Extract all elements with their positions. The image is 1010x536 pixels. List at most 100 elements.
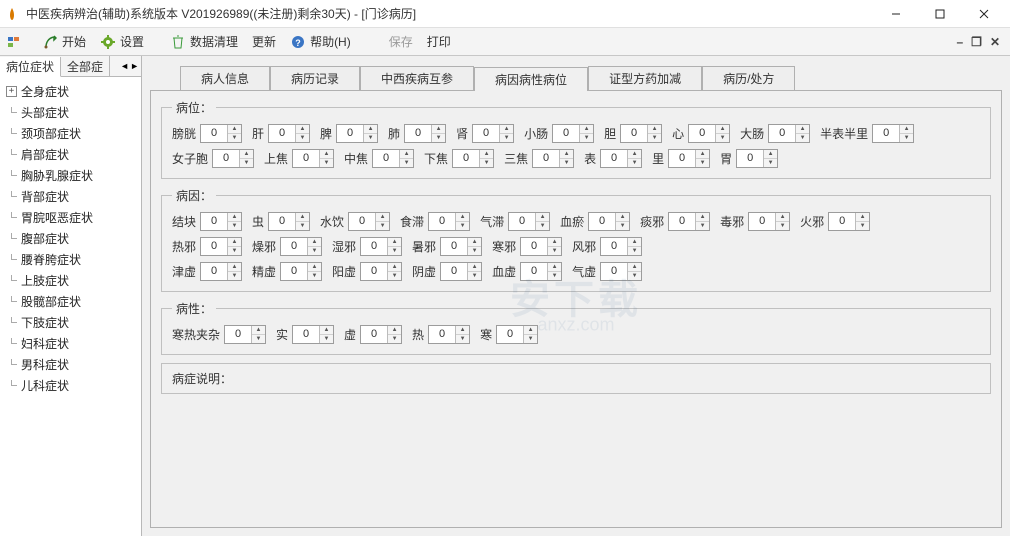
number-spinner[interactable]: 0▲▼: [440, 237, 482, 256]
spinner-down-icon[interactable]: ▼: [764, 159, 777, 167]
spinner-value[interactable]: 0: [749, 213, 775, 230]
spinner-value[interactable]: 0: [429, 213, 455, 230]
tree-node[interactable]: 颈项部症状: [2, 123, 139, 144]
number-spinner[interactable]: 0▲▼: [828, 212, 870, 231]
mdi-restore-icon[interactable]: ❐: [971, 35, 982, 49]
spinner-up-icon[interactable]: ▲: [796, 125, 809, 134]
spinner-down-icon[interactable]: ▼: [376, 222, 389, 230]
spinner-down-icon[interactable]: ▼: [400, 159, 413, 167]
tree-node[interactable]: 腰脊胯症状: [2, 249, 139, 270]
number-spinner[interactable]: 0▲▼: [520, 262, 562, 281]
number-spinner[interactable]: 0▲▼: [588, 212, 630, 231]
number-spinner[interactable]: 0▲▼: [600, 262, 642, 281]
spinner-value[interactable]: 0: [293, 150, 319, 167]
help-button[interactable]: ?帮助(H): [284, 31, 357, 52]
spinner-up-icon[interactable]: ▲: [308, 263, 321, 272]
spinner-value[interactable]: 0: [553, 125, 579, 142]
spinner-value[interactable]: 0: [361, 326, 387, 343]
spinner-down-icon[interactable]: ▼: [320, 335, 333, 343]
spinner-up-icon[interactable]: ▲: [228, 238, 241, 247]
spinner-up-icon[interactable]: ▲: [648, 125, 661, 134]
spinner-value[interactable]: 0: [429, 326, 455, 343]
expand-icon[interactable]: +: [6, 86, 17, 97]
spinner-down-icon[interactable]: ▼: [776, 222, 789, 230]
clean-button[interactable]: 数据清理: [164, 31, 244, 52]
spinner-down-icon[interactable]: ▼: [696, 159, 709, 167]
tree-node[interactable]: 上肢症状: [2, 270, 139, 291]
spinner-value[interactable]: 0: [453, 150, 479, 167]
close-button[interactable]: [962, 0, 1006, 28]
spinner-up-icon[interactable]: ▲: [388, 326, 401, 335]
spinner-up-icon[interactable]: ▲: [548, 238, 561, 247]
spinner-down-icon[interactable]: ▼: [560, 159, 573, 167]
spinner-value[interactable]: 0: [669, 150, 695, 167]
spinner-down-icon[interactable]: ▼: [228, 134, 241, 142]
spinner-value[interactable]: 0: [201, 238, 227, 255]
content-tab[interactable]: 中西疾病互参: [360, 66, 474, 90]
maximize-button[interactable]: [918, 0, 962, 28]
spinner-down-icon[interactable]: ▼: [628, 247, 641, 255]
content-tab[interactable]: 病历记录: [270, 66, 360, 90]
number-spinner[interactable]: 0▲▼: [428, 325, 470, 344]
tree-leaf-icon[interactable]: [6, 107, 17, 118]
spinner-up-icon[interactable]: ▲: [776, 213, 789, 222]
spinner-value[interactable]: 0: [669, 213, 695, 230]
sidebar-tab-position[interactable]: 病位症状: [0, 57, 61, 77]
tree-leaf-icon[interactable]: [6, 149, 17, 160]
window-list-icon[interactable]: [6, 34, 22, 50]
spinner-value[interactable]: 0: [281, 238, 307, 255]
number-spinner[interactable]: 0▲▼: [668, 212, 710, 231]
spinner-value[interactable]: 0: [497, 326, 523, 343]
spinner-down-icon[interactable]: ▼: [240, 159, 253, 167]
spinner-value[interactable]: 0: [405, 125, 431, 142]
content-tab[interactable]: 病人信息: [180, 66, 270, 90]
spinner-value[interactable]: 0: [533, 150, 559, 167]
number-spinner[interactable]: 0▲▼: [872, 124, 914, 143]
spinner-down-icon[interactable]: ▼: [716, 134, 729, 142]
spinner-up-icon[interactable]: ▲: [320, 326, 333, 335]
spinner-down-icon[interactable]: ▼: [228, 247, 241, 255]
spinner-down-icon[interactable]: ▼: [548, 272, 561, 280]
spinner-up-icon[interactable]: ▲: [308, 238, 321, 247]
minimize-button[interactable]: [874, 0, 918, 28]
tree-leaf-icon[interactable]: [6, 128, 17, 139]
number-spinner[interactable]: 0▲▼: [292, 325, 334, 344]
spinner-value[interactable]: 0: [281, 263, 307, 280]
spinner-down-icon[interactable]: ▼: [468, 272, 481, 280]
content-tab[interactable]: 病历/处方: [702, 66, 795, 90]
number-spinner[interactable]: 0▲▼: [280, 237, 322, 256]
spinner-down-icon[interactable]: ▼: [500, 134, 513, 142]
spinner-up-icon[interactable]: ▲: [696, 150, 709, 159]
number-spinner[interactable]: 0▲▼: [200, 262, 242, 281]
tree-leaf-icon[interactable]: [6, 338, 17, 349]
spinner-up-icon[interactable]: ▲: [524, 326, 537, 335]
spinner-value[interactable]: 0: [441, 238, 467, 255]
number-spinner[interactable]: 0▲▼: [372, 149, 414, 168]
number-spinner[interactable]: 0▲▼: [736, 149, 778, 168]
number-spinner[interactable]: 0▲▼: [404, 124, 446, 143]
nav-right-icon[interactable]: ►: [130, 61, 139, 71]
spinner-down-icon[interactable]: ▼: [536, 222, 549, 230]
mdi-minimize-icon[interactable]: –: [956, 35, 963, 49]
number-spinner[interactable]: 0▲▼: [668, 149, 710, 168]
spinner-up-icon[interactable]: ▲: [240, 150, 253, 159]
spinner-value[interactable]: 0: [213, 150, 239, 167]
spinner-down-icon[interactable]: ▼: [856, 222, 869, 230]
spinner-down-icon[interactable]: ▼: [696, 222, 709, 230]
spinner-value[interactable]: 0: [601, 238, 627, 255]
tree-node[interactable]: 胃脘呕恶症状: [2, 207, 139, 228]
number-spinner[interactable]: 0▲▼: [508, 212, 550, 231]
content-tab[interactable]: 证型方药加减: [588, 66, 702, 90]
spinner-up-icon[interactable]: ▲: [252, 326, 265, 335]
spinner-down-icon[interactable]: ▼: [628, 272, 641, 280]
spinner-value[interactable]: 0: [293, 326, 319, 343]
number-spinner[interactable]: 0▲▼: [292, 149, 334, 168]
spinner-down-icon[interactable]: ▼: [468, 247, 481, 255]
number-spinner[interactable]: 0▲▼: [336, 124, 378, 143]
tree-node[interactable]: 股髋部症状: [2, 291, 139, 312]
spinner-value[interactable]: 0: [269, 125, 295, 142]
tree-leaf-icon[interactable]: [6, 359, 17, 370]
spinner-down-icon[interactable]: ▼: [548, 247, 561, 255]
number-spinner[interactable]: 0▲▼: [280, 262, 322, 281]
tree-leaf-icon[interactable]: [6, 191, 17, 202]
